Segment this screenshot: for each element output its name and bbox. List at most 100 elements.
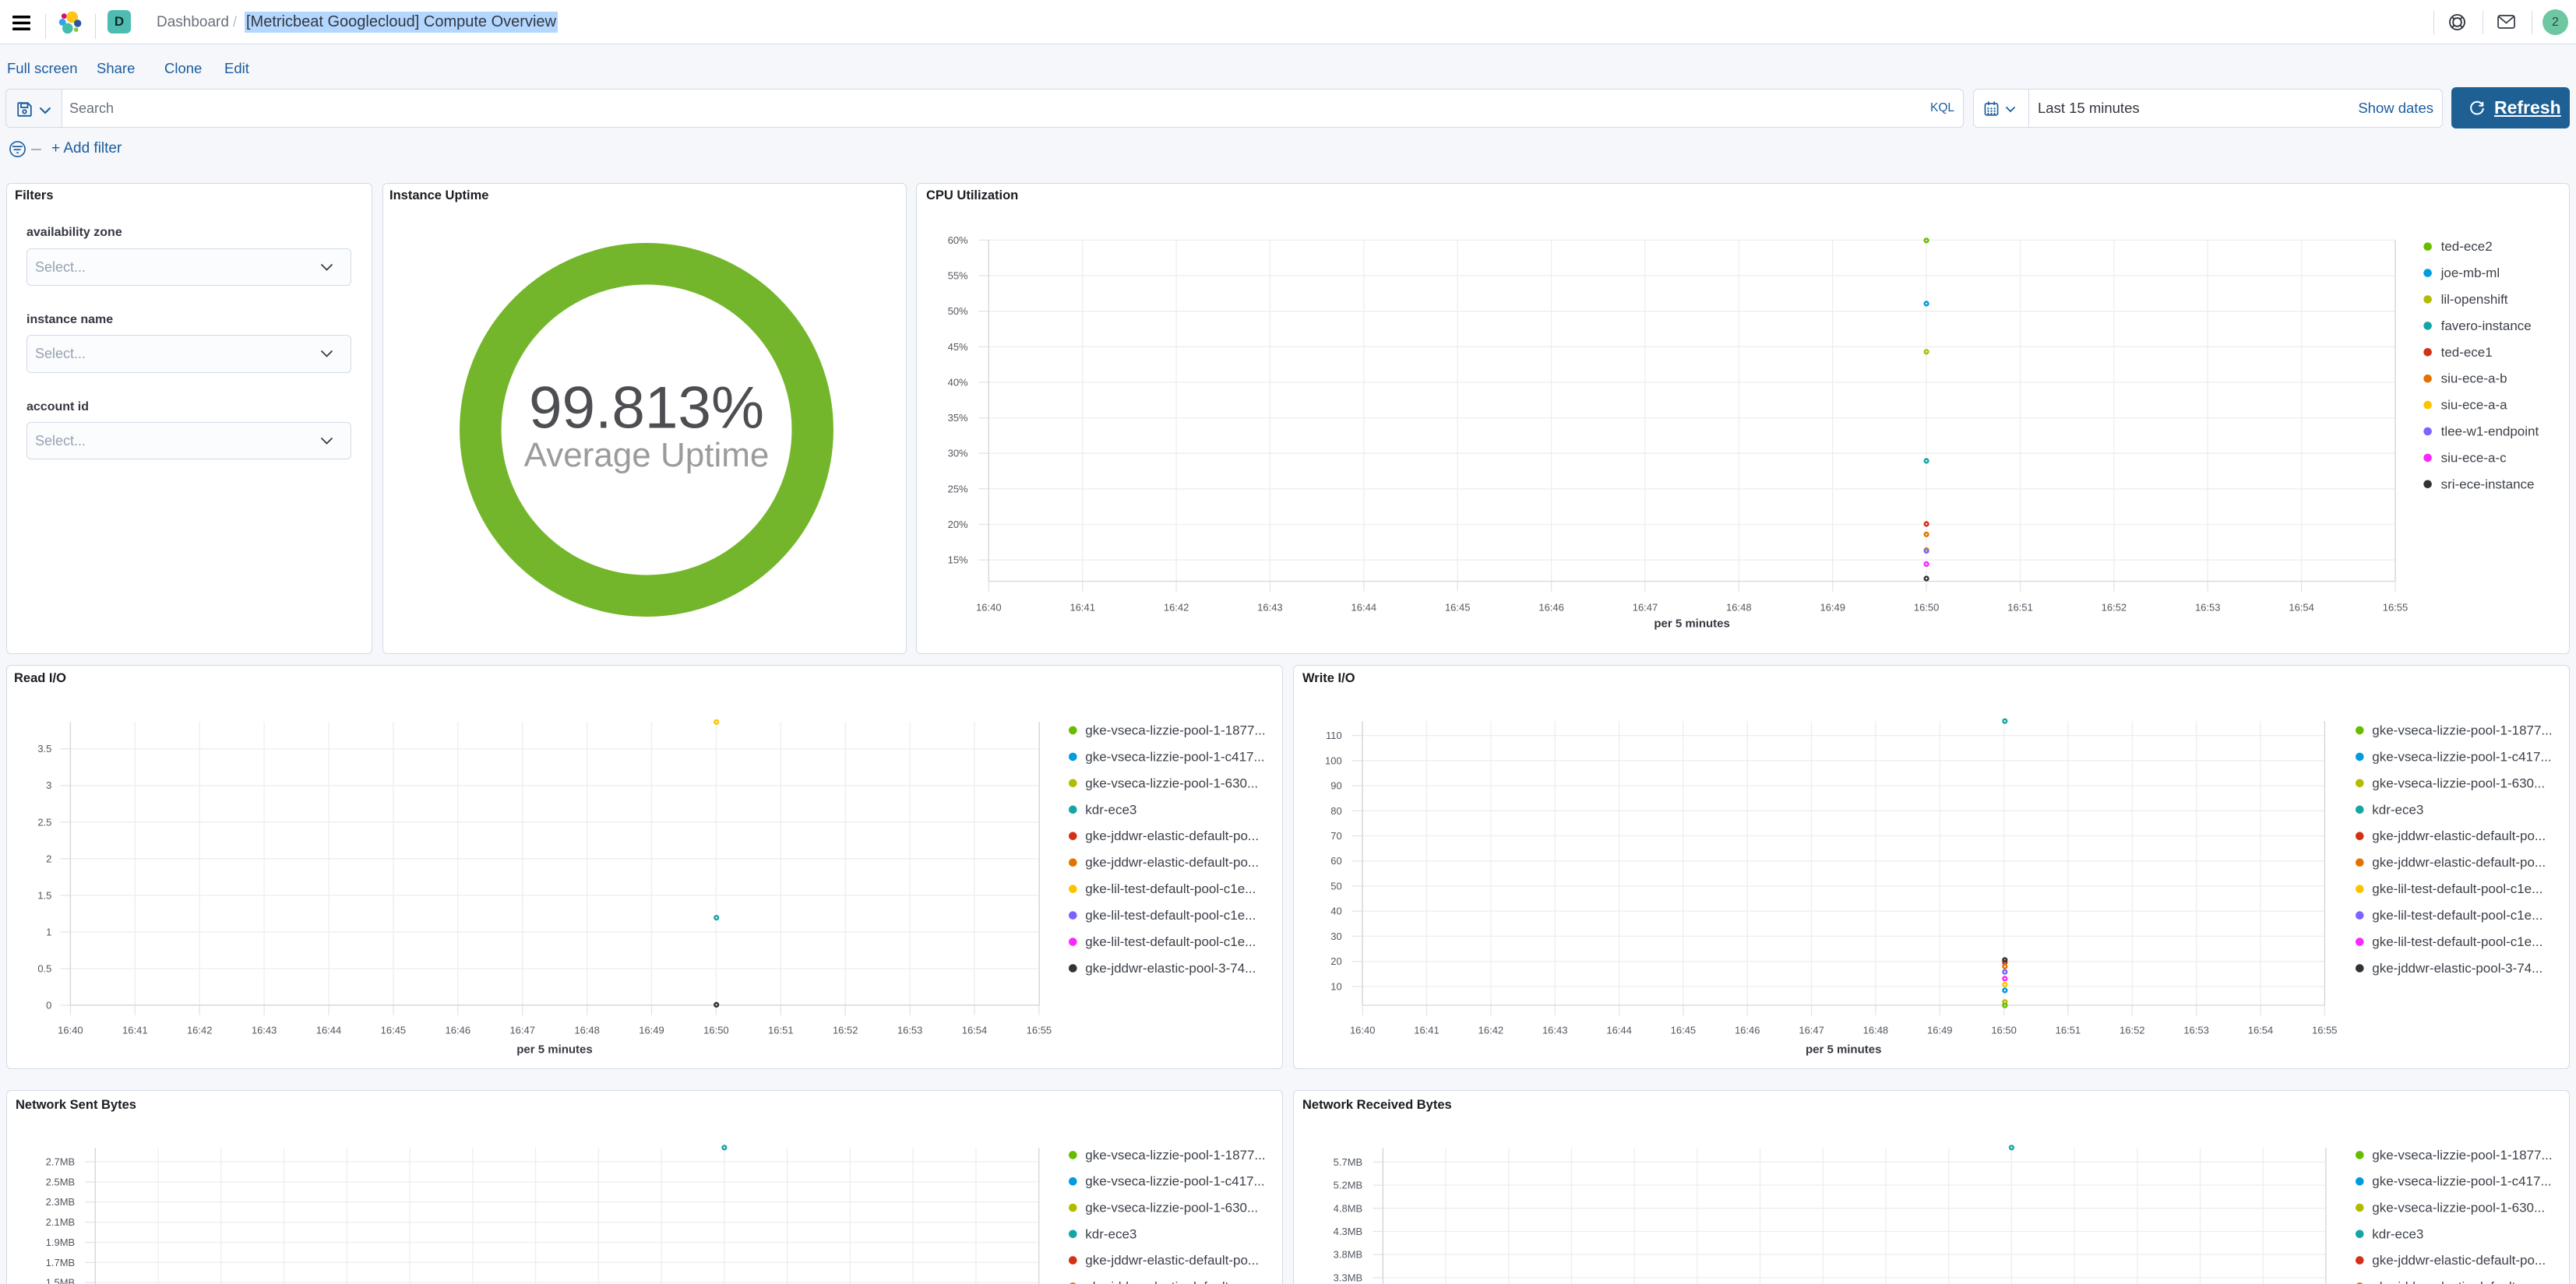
svg-text:16:53: 16:53	[2195, 601, 2221, 613]
svg-text:siu-ece-a-c: siu-ece-a-c	[2441, 450, 2507, 465]
svg-text:60: 60	[1331, 855, 1342, 867]
svg-text:lil-openshift: lil-openshift	[2441, 292, 2508, 307]
svg-text:4.8MB: 4.8MB	[1334, 1202, 1363, 1214]
svg-text:sri-ece-instance: sri-ece-instance	[2441, 477, 2535, 491]
svg-text:16:41: 16:41	[1415, 1024, 1440, 1036]
svg-text:gke-vseca-lizzie-pool-1-c417..: gke-vseca-lizzie-pool-1-c417...	[1085, 749, 1264, 764]
svg-text:kdr-ece3: kdr-ece3	[2373, 1226, 2424, 1241]
svg-text:20%: 20%	[948, 519, 968, 530]
svg-text:16:54: 16:54	[962, 1024, 987, 1036]
svg-text:16:52: 16:52	[2102, 601, 2127, 613]
svg-text:gke-vseca-lizzie-pool-1-1877..: gke-vseca-lizzie-pool-1-1877...	[2373, 1148, 2553, 1163]
svg-text:99.813%: 99.813%	[529, 375, 764, 441]
svg-text:3.5: 3.5	[37, 743, 51, 755]
svg-text:16:50: 16:50	[1992, 1024, 2017, 1036]
svg-text:kdr-ece3: kdr-ece3	[1085, 802, 1136, 817]
svg-text:kdr-ece3: kdr-ece3	[2373, 802, 2424, 817]
svg-text:favero-instance: favero-instance	[2441, 318, 2532, 333]
svg-text:16:53: 16:53	[897, 1024, 923, 1036]
svg-text:10: 10	[1331, 980, 1342, 992]
svg-text:gke-lil-test-default-pool-c1e.: gke-lil-test-default-pool-c1e...	[2373, 881, 2543, 896]
svg-text:gke-jddwr-elastic-default-po..: gke-jddwr-elastic-default-po...	[1085, 855, 1259, 870]
svg-text:1.7MB: 1.7MB	[46, 1257, 76, 1268]
svg-text:16:46: 16:46	[446, 1024, 471, 1036]
svg-text:16:47: 16:47	[509, 1024, 535, 1036]
svg-text:70: 70	[1331, 830, 1342, 842]
svg-text:110: 110	[1326, 730, 1342, 741]
svg-text:16:50: 16:50	[1914, 601, 1940, 613]
svg-text:gke-vseca-lizzie-pool-1-c417..: gke-vseca-lizzie-pool-1-c417...	[2373, 749, 2552, 764]
svg-text:16:40: 16:40	[1350, 1024, 1376, 1036]
svg-text:gke-lil-test-default-pool-c1e.: gke-lil-test-default-pool-c1e...	[2373, 908, 2543, 923]
svg-text:gke-jddwr-elastic-pool-3-74...: gke-jddwr-elastic-pool-3-74...	[1085, 961, 1256, 976]
svg-text:1.5: 1.5	[37, 889, 51, 901]
svg-text:gke-lil-test-default-pool-c1e.: gke-lil-test-default-pool-c1e...	[2373, 934, 2543, 949]
svg-text:gke-vseca-lizzie-pool-1-1877..: gke-vseca-lizzie-pool-1-1877...	[2373, 723, 2553, 737]
svg-text:gke-vseca-lizzie-pool-1-630...: gke-vseca-lizzie-pool-1-630...	[2373, 1200, 2546, 1215]
svg-text:16:42: 16:42	[1164, 601, 1189, 613]
svg-text:16:49: 16:49	[1927, 1024, 1953, 1036]
svg-text:15%: 15%	[948, 554, 968, 566]
svg-text:30%: 30%	[948, 448, 968, 459]
svg-text:gke-jddwr-elastic-default-po..: gke-jddwr-elastic-default-po...	[2373, 855, 2546, 870]
svg-text:16:41: 16:41	[1070, 601, 1096, 613]
svg-text:16:43: 16:43	[252, 1024, 277, 1036]
svg-text:2.1MB: 2.1MB	[46, 1216, 76, 1228]
svg-text:16:53: 16:53	[2184, 1024, 2210, 1036]
svg-text:16:46: 16:46	[1735, 1024, 1760, 1036]
svg-text:16:46: 16:46	[1539, 601, 1565, 613]
svg-text:16:44: 16:44	[316, 1024, 342, 1036]
svg-text:50: 50	[1331, 880, 1342, 892]
svg-text:3: 3	[46, 779, 51, 791]
svg-text:16:49: 16:49	[1820, 601, 1846, 613]
svg-text:16:43: 16:43	[1258, 601, 1284, 613]
svg-text:30: 30	[1331, 930, 1342, 942]
svg-text:gke-vseca-lizzie-pool-1-c417..: gke-vseca-lizzie-pool-1-c417...	[2373, 1174, 2552, 1189]
svg-text:siu-ece-a-b: siu-ece-a-b	[2441, 371, 2507, 386]
svg-text:16:52: 16:52	[2120, 1024, 2145, 1036]
svg-text:1: 1	[46, 926, 51, 937]
svg-text:16:50: 16:50	[703, 1024, 729, 1036]
svg-text:50%: 50%	[948, 305, 968, 317]
svg-text:35%: 35%	[948, 412, 968, 424]
svg-text:16:55: 16:55	[1027, 1024, 1052, 1036]
svg-text:60%: 60%	[948, 234, 968, 246]
svg-text:gke-jddwr-elastic-default-po..: gke-jddwr-elastic-default-po...	[2373, 1279, 2546, 1284]
svg-text:3.3MB: 3.3MB	[1334, 1272, 1363, 1283]
svg-text:16:40: 16:40	[976, 601, 1002, 613]
svg-text:40%: 40%	[948, 376, 968, 388]
svg-text:per 5 minutes: per 5 minutes	[1654, 617, 1730, 630]
svg-text:gke-vseca-lizzie-pool-1-c417..: gke-vseca-lizzie-pool-1-c417...	[1085, 1174, 1264, 1189]
svg-text:16:41: 16:41	[122, 1024, 148, 1036]
svg-text:2.5: 2.5	[37, 816, 51, 828]
svg-text:16:47: 16:47	[1799, 1024, 1825, 1036]
svg-text:gke-vseca-lizzie-pool-1-1877..: gke-vseca-lizzie-pool-1-1877...	[1085, 723, 1265, 737]
svg-text:per 5 minutes: per 5 minutes	[516, 1043, 592, 1056]
svg-text:80: 80	[1331, 805, 1342, 817]
svg-text:gke-lil-test-default-pool-c1e.: gke-lil-test-default-pool-c1e...	[1085, 934, 1256, 949]
svg-text:16:54: 16:54	[2289, 601, 2315, 613]
svg-text:Average Uptime: Average Uptime	[523, 436, 769, 474]
svg-text:1.9MB: 1.9MB	[46, 1237, 76, 1248]
svg-text:kdr-ece3: kdr-ece3	[1085, 1226, 1136, 1241]
svg-text:2.7MB: 2.7MB	[46, 1156, 76, 1168]
svg-text:siu-ece-a-a: siu-ece-a-a	[2441, 398, 2508, 413]
svg-text:gke-jddwr-elastic-default-po..: gke-jddwr-elastic-default-po...	[2373, 1253, 2546, 1268]
svg-text:16:45: 16:45	[1445, 601, 1471, 613]
svg-text:gke-jddwr-elastic-default-po..: gke-jddwr-elastic-default-po...	[1085, 1253, 1259, 1268]
svg-text:gke-lil-test-default-pool-c1e.: gke-lil-test-default-pool-c1e...	[1085, 881, 1256, 896]
svg-text:16:54: 16:54	[2248, 1024, 2274, 1036]
svg-text:gke-jddwr-elastic-pool-3-74...: gke-jddwr-elastic-pool-3-74...	[2373, 961, 2543, 976]
svg-text:ted-ece1: ted-ece1	[2441, 345, 2493, 360]
svg-text:joe-mb-ml: joe-mb-ml	[2440, 266, 2500, 280]
svg-text:55%: 55%	[948, 270, 968, 282]
svg-text:2: 2	[46, 853, 51, 864]
svg-text:3.8MB: 3.8MB	[1334, 1249, 1363, 1261]
svg-text:gke-vseca-lizzie-pool-1-630...: gke-vseca-lizzie-pool-1-630...	[1085, 1201, 1258, 1215]
svg-text:gke-jddwr-elastic-default-po..: gke-jddwr-elastic-default-po...	[1085, 1279, 1259, 1284]
svg-text:2.5MB: 2.5MB	[46, 1176, 76, 1187]
svg-text:16:43: 16:43	[1542, 1024, 1568, 1036]
svg-text:16:40: 16:40	[58, 1024, 83, 1036]
svg-text:gke-lil-test-default-pool-c1e.: gke-lil-test-default-pool-c1e...	[1085, 908, 1256, 923]
svg-text:ted-ece2: ted-ece2	[2441, 239, 2493, 254]
